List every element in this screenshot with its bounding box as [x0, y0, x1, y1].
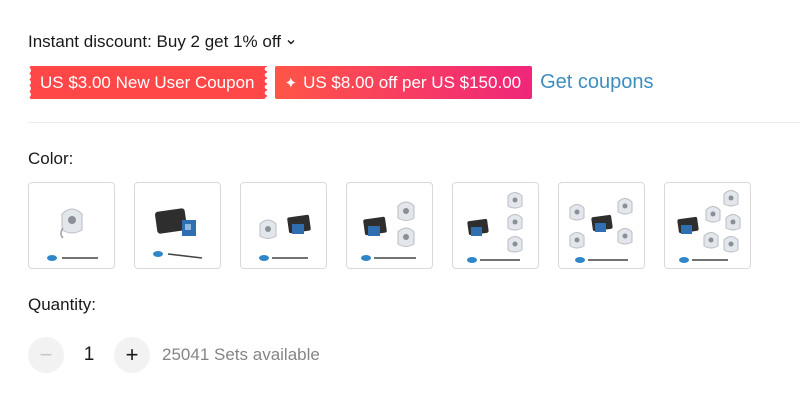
- product-thumbnail: [676, 189, 740, 263]
- instant-discount-text: Instant discount: Buy 2 get 1% off: [28, 32, 281, 51]
- product-thumbnail: [258, 214, 311, 261]
- get-coupons-link[interactable]: Get coupons: [540, 71, 653, 94]
- sparkle-icon: ✦: [284, 74, 298, 92]
- quantity-label: Quantity:: [28, 295, 97, 314]
- color-label: Color:: [28, 149, 74, 168]
- product-thumbnail: [569, 197, 632, 263]
- color-options: [28, 182, 751, 269]
- color-option-receiver-1-remote[interactable]: [240, 182, 327, 269]
- remote-icon: [59, 208, 82, 239]
- new-user-coupon-text: US $3.00 New User Coupon: [40, 72, 255, 92]
- new-user-coupon[interactable]: US $3.00 New User Coupon: [28, 66, 267, 99]
- quantity-decrease-button[interactable]: −: [28, 337, 64, 373]
- instant-discount-dropdown[interactable]: Instant discount: Buy 2 get 1% off: [28, 32, 296, 52]
- store-coupon-text: US $8.00 off per US $150.00: [303, 72, 522, 92]
- color-option-receiver-5-remotes[interactable]: [664, 182, 751, 269]
- product-thumbnail: [466, 191, 522, 263]
- quantity-stepper: − 1 + 25041 Sets available: [28, 337, 320, 373]
- divider: [28, 122, 800, 123]
- chevron-down-icon: [287, 40, 295, 45]
- stock-available-text: 25041 Sets available: [162, 345, 320, 364]
- color-option-receiver-only[interactable]: [134, 182, 221, 269]
- color-option-receiver-4-remotes[interactable]: [558, 182, 645, 269]
- product-thumbnail: [152, 207, 202, 259]
- store-coupon[interactable]: ✦ US $8.00 off per US $150.00: [274, 66, 533, 99]
- quantity-increase-button[interactable]: +: [114, 337, 150, 373]
- quantity-value[interactable]: 1: [64, 344, 114, 366]
- color-option-remote-only[interactable]: [28, 182, 115, 269]
- product-thumbnail: [46, 208, 98, 261]
- coupon-row: US $3.00 New User Coupon ✦ US $8.00 off …: [28, 66, 654, 99]
- color-option-receiver-3-remotes[interactable]: [452, 182, 539, 269]
- color-option-receiver-2-remotes[interactable]: [346, 182, 433, 269]
- product-thumbnail: [360, 201, 416, 261]
